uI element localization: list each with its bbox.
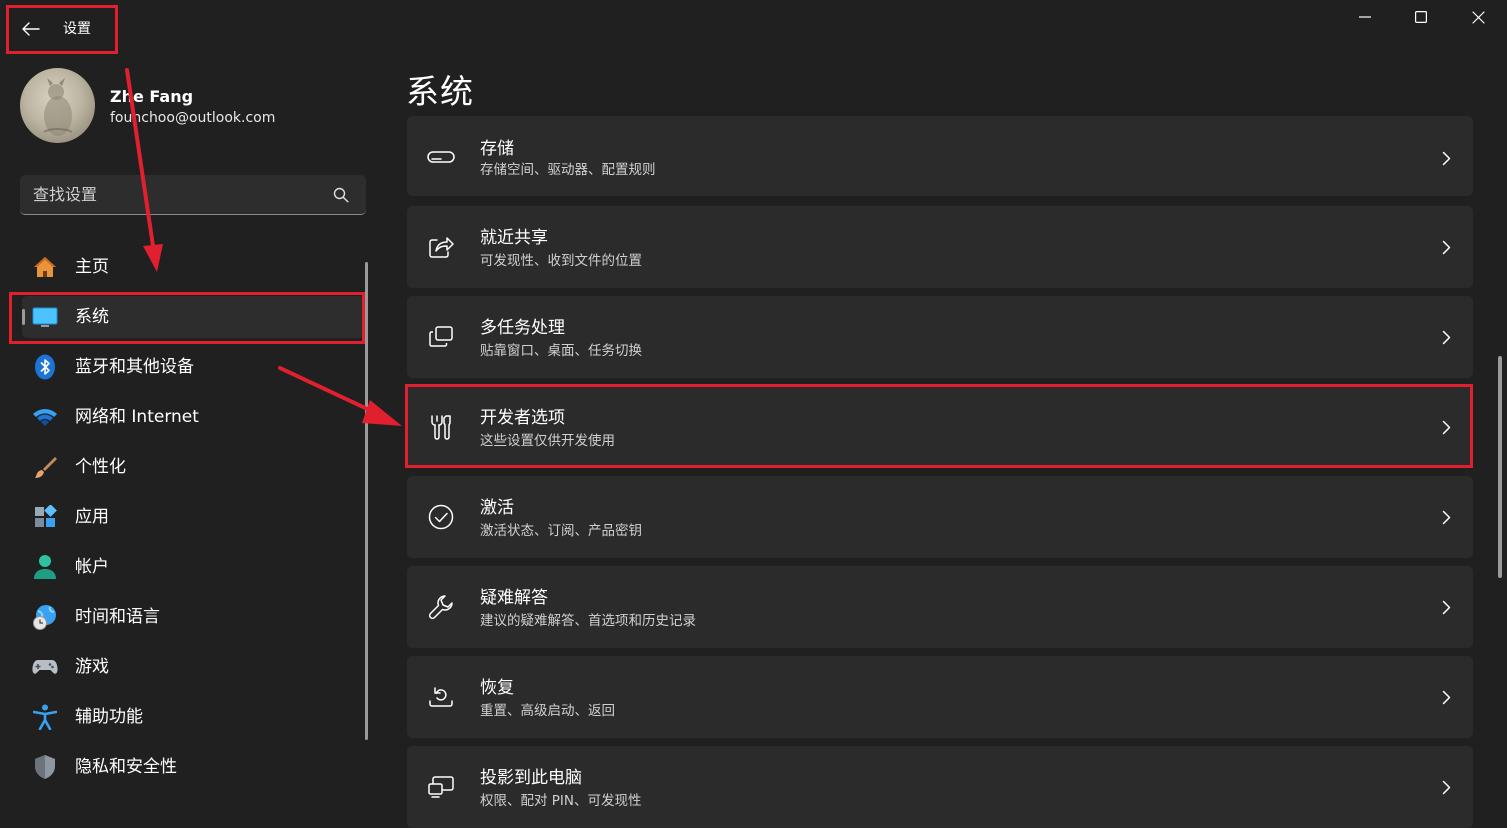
search-icon[interactable] <box>333 187 349 203</box>
sidebar-item-label: 辅助功能 <box>75 707 143 727</box>
chevron-right-icon <box>1439 777 1453 797</box>
card-subtitle: 贴靠窗口、桌面、任务切换 <box>480 343 642 359</box>
sidebar-item-privacy[interactable]: 隐私和安全性 <box>22 746 364 788</box>
card-subtitle: 重置、高级启动、返回 <box>480 703 615 719</box>
card-subtitle: 可发现性、收到文件的位置 <box>480 253 642 269</box>
sidebar-item-label: 应用 <box>75 507 109 527</box>
card-subtitle: 激活状态、订阅、产品密钥 <box>480 523 642 539</box>
chevron-right-icon <box>1439 148 1453 168</box>
avatar[interactable] <box>20 68 95 143</box>
settings-card-nearby-sharing[interactable]: 就近共享 可发现性、收到文件的位置 <box>407 206 1473 288</box>
close-icon <box>1471 10 1485 24</box>
avatar-photo-icon <box>43 78 73 136</box>
sidebar-item-label: 主页 <box>75 257 109 277</box>
settings-card-multitasking[interactable]: 多任务处理 贴靠窗口、桌面、任务切换 <box>407 296 1473 378</box>
card-subtitle: 权限、配对 PIN、可发现性 <box>480 793 642 809</box>
maximize-button-top[interactable] <box>1398 0 1444 34</box>
multitask-icon <box>427 324 455 350</box>
sidebar-scrollbar[interactable] <box>365 262 368 740</box>
gamepad-icon <box>32 654 58 680</box>
sidebar-item-home[interactable]: 主页 <box>22 246 364 288</box>
wifi-icon <box>32 404 58 430</box>
search-box[interactable] <box>20 175 366 215</box>
accessibility-icon <box>32 704 58 730</box>
settings-card-activation[interactable]: 激活 激活状态、订阅、产品密钥 <box>407 476 1473 558</box>
project-icon <box>427 774 455 800</box>
close-button-top[interactable] <box>1455 0 1501 34</box>
settings-card-project-to-pc[interactable]: 投影到此电脑 权限、配对 PIN、可发现性 <box>407 746 1473 828</box>
sidebar-item-label: 个性化 <box>75 457 126 477</box>
recovery-icon <box>427 684 455 710</box>
sidebar-item-accounts[interactable]: 帐户 <box>22 546 364 588</box>
card-title: 投影到此电脑 <box>480 768 582 788</box>
card-title: 存储 <box>480 139 514 159</box>
annotation-arrowhead-right <box>362 400 402 426</box>
annotation-box-title <box>6 5 118 54</box>
search-input[interactable] <box>33 175 323 213</box>
sidebar-item-label: 游戏 <box>75 657 109 677</box>
account-icon <box>32 554 58 580</box>
checkmark-circle-icon <box>427 504 455 530</box>
card-title: 疑难解答 <box>480 588 548 608</box>
minimize-button-top[interactable] <box>1342 0 1388 34</box>
card-subtitle: 建议的疑难解答、首选项和历史记录 <box>480 613 696 629</box>
sidebar-item-time-language[interactable]: 时间和语言 <box>22 596 364 638</box>
sidebar-item-label: 蓝牙和其他设备 <box>75 357 194 377</box>
sidebar-item-bluetooth[interactable]: 蓝牙和其他设备 <box>22 346 364 388</box>
brush-icon <box>32 454 58 480</box>
bluetooth-icon <box>32 354 58 380</box>
sidebar-item-apps[interactable]: 应用 <box>22 496 364 538</box>
sidebar-item-personalization[interactable]: 个性化 <box>22 446 364 488</box>
share-icon <box>427 234 455 260</box>
apps-icon <box>32 504 58 530</box>
card-title: 就近共享 <box>480 228 548 248</box>
card-title: 激活 <box>480 498 514 518</box>
card-title: 多任务处理 <box>480 318 565 338</box>
annotation-box-system <box>9 292 365 344</box>
settings-card-troubleshoot[interactable]: 疑难解答 建议的疑难解答、首选项和历史记录 <box>407 566 1473 648</box>
sidebar-item-label: 隐私和安全性 <box>75 757 177 777</box>
wrench-icon <box>427 594 455 620</box>
storage-card-visible-part: 存储 存储空间、驱动器、配置规则 <box>407 130 1473 196</box>
user-name: Zhe Fang <box>110 87 194 106</box>
sidebar-item-label: 时间和语言 <box>75 607 160 627</box>
main-scrollbar[interactable] <box>1498 356 1502 578</box>
chevron-right-icon <box>1439 687 1453 707</box>
shield-icon <box>32 754 58 780</box>
chevron-right-icon <box>1439 237 1453 257</box>
sidebar-item-accessibility[interactable]: 辅助功能 <box>22 696 364 738</box>
minimize-icon <box>1359 16 1371 18</box>
annotation-box-developer <box>405 384 1473 468</box>
storage-icon <box>427 144 455 170</box>
sidebar-item-gaming[interactable]: 游戏 <box>22 646 364 688</box>
globe-clock-icon <box>32 604 58 630</box>
chevron-right-icon <box>1439 597 1453 617</box>
home-icon <box>32 254 58 280</box>
page-title-overlay: 系统 <box>406 72 474 111</box>
chevron-right-icon <box>1439 507 1453 527</box>
card-title: 恢复 <box>480 678 514 698</box>
user-email: founchoo@outlook.com <box>110 110 276 126</box>
sidebar-item-network[interactable]: 网络和 Internet <box>22 396 364 438</box>
header-backdrop <box>390 0 1490 116</box>
chevron-right-icon <box>1439 327 1453 347</box>
maximize-icon <box>1415 11 1427 23</box>
sidebar-item-label: 网络和 Internet <box>75 407 199 427</box>
settings-card-recovery[interactable]: 恢复 重置、高级启动、返回 <box>407 656 1473 738</box>
card-subtitle: 存储空间、驱动器、配置规则 <box>480 162 656 178</box>
sidebar-item-label: 帐户 <box>75 557 109 577</box>
